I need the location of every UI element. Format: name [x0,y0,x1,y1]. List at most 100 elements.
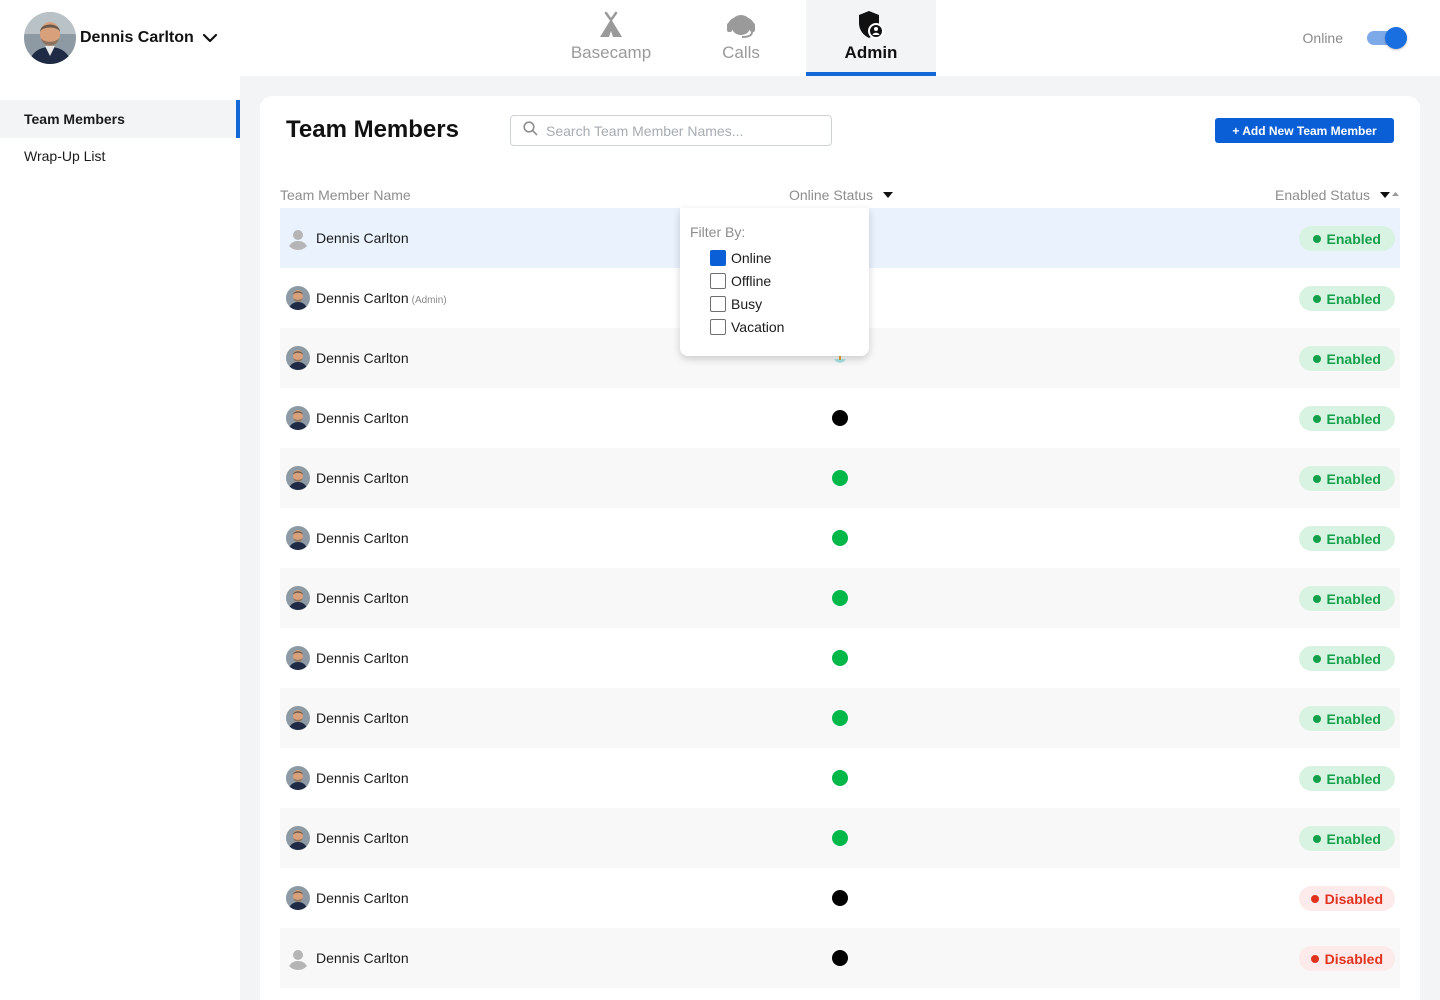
tab-calls[interactable]: Calls [676,0,806,76]
table-row[interactable]: Dennis Carlton Enabled [280,568,1400,628]
status-text: Enabled [1326,470,1381,487]
member-avatar [286,346,310,370]
status-dot [1312,534,1321,543]
enabled-status-badge[interactable]: Enabled [1298,526,1395,551]
filter-option-offline[interactable]: Offline [710,273,771,289]
table-row[interactable]: Dennis Carlton Disabled [280,868,1400,928]
caret-down-icon [883,192,894,198]
member-name: Dennis Carlton [316,710,409,726]
table-row[interactable]: Dennis Carlton Enabled [280,448,1400,508]
status-dot [1312,654,1321,663]
online-status-dot [832,830,848,846]
enabled-status-badge[interactable]: Enabled [1298,346,1395,371]
status-text: Enabled [1326,350,1381,367]
status-dot [1312,714,1321,723]
member-name-text: Dennis Carlton [316,230,409,246]
filter-option-vacation[interactable]: Vacation [710,319,784,335]
online-status-control: Online [1303,26,1407,50]
offline-status-dot [832,410,848,426]
member-name-text: Dennis Carlton [316,530,409,546]
enabled-status-badge[interactable]: Enabled [1298,466,1395,491]
enabled-status-badge[interactable]: Enabled [1298,826,1395,851]
checkbox[interactable] [710,319,726,335]
status-text: Enabled [1326,530,1381,547]
status-text: Enabled [1326,230,1381,247]
member-avatar [286,406,310,430]
sort-icon [1380,190,1400,200]
table-row[interactable]: Dennis Carlton Enabled [280,508,1400,568]
checkbox[interactable] [710,273,726,289]
online-status-label: Online [1302,30,1343,46]
add-team-member-button[interactable]: + Add New Team Member [1215,118,1394,143]
main-tabs: Basecamp Calls Admin [546,0,936,76]
member-name: Dennis Carlton [316,770,409,786]
enabled-status-badge[interactable]: Enabled [1298,406,1395,431]
user-menu[interactable]: Dennis Carlton [24,12,218,64]
member-name: Dennis Carlton [316,650,409,666]
status-text: Enabled [1326,770,1381,787]
offline-status-dot [832,950,848,966]
filter-option-online[interactable]: Online [710,250,771,266]
enabled-status-badge[interactable]: Enabled [1298,646,1395,671]
member-name: Dennis Carlton [316,530,409,546]
tab-admin[interactable]: Admin [806,0,936,76]
member-name-text: Dennis Carlton [316,410,409,426]
enabled-status-badge[interactable]: Disabled [1298,946,1395,971]
table-row[interactable]: Dennis Carlton Enabled [280,388,1400,448]
member-name-text: Dennis Carlton [316,590,409,606]
sidebar-item-team-members[interactable]: Team Members [0,100,240,138]
member-name-text: Dennis Carlton [316,290,409,306]
tab-label: Basecamp [570,43,652,62]
member-avatar [286,826,310,850]
sidebar-item-wrap-up-list[interactable]: Wrap-Up List [0,137,240,175]
member-name: Dennis Carlton [316,350,409,366]
table-row[interactable]: Dennis Carlton Disabled [280,928,1400,988]
checkbox[interactable] [710,296,726,312]
chevron-down-icon[interactable] [202,33,218,43]
online-status-dot [832,530,848,546]
table-row[interactable]: Dennis Carlton Enabled [280,688,1400,748]
enabled-status-badge[interactable]: Enabled [1298,226,1395,251]
status-text: Disabled [1324,890,1383,907]
member-name: Dennis Carlton [316,470,409,486]
status-text: Disabled [1324,950,1383,967]
enabled-status-badge[interactable]: Enabled [1298,706,1395,731]
tab-basecamp[interactable]: Basecamp [546,0,676,76]
search-icon [523,120,538,141]
status-text: Enabled [1326,650,1381,667]
table-row[interactable]: Dennis Carlton Enabled [280,628,1400,688]
online-toggle[interactable] [1367,26,1407,50]
status-text: Enabled [1326,710,1381,727]
member-avatar [286,886,310,910]
status-text: Enabled [1326,830,1381,847]
member-avatar [286,586,310,610]
status-text: Enabled [1326,410,1381,427]
offline-status-dot [832,890,848,906]
enabled-status-badge[interactable]: Enabled [1298,586,1395,611]
table-row[interactable]: Dennis Carlton Enabled [280,808,1400,868]
filter-option-busy[interactable]: Busy [710,296,762,312]
enabled-status-badge[interactable]: Disabled [1298,886,1395,911]
member-name: Dennis Carlton (Admin) [316,290,447,306]
column-header-label: Online Status [789,187,874,203]
online-status-dot [832,590,848,606]
enabled-status-badge[interactable]: Enabled [1298,286,1395,311]
top-bar: Dennis Carlton Basecamp Calls Admin Onli… [0,0,1440,76]
table-row[interactable]: Dennis Carlton Enabled [280,748,1400,808]
member-name-text: Dennis Carlton [316,350,409,366]
search-box [510,115,832,146]
member-name: Dennis Carlton [316,950,409,966]
user-placeholder-icon [286,226,310,250]
member-avatar [286,646,310,670]
member-name: Dennis Carlton [316,830,409,846]
status-dot [1312,294,1321,303]
search-input[interactable] [546,122,816,139]
checkbox[interactable] [710,250,726,266]
user-name: Dennis Carlton [80,29,194,46]
column-header-enabled-status[interactable]: Enabled Status [1275,187,1400,203]
column-header-online-status[interactable]: Online Status [789,187,894,203]
status-text: Enabled [1326,590,1381,607]
enabled-status-badge[interactable]: Enabled [1298,766,1395,791]
status-dot [1312,414,1321,423]
member-name-text: Dennis Carlton [316,770,409,786]
